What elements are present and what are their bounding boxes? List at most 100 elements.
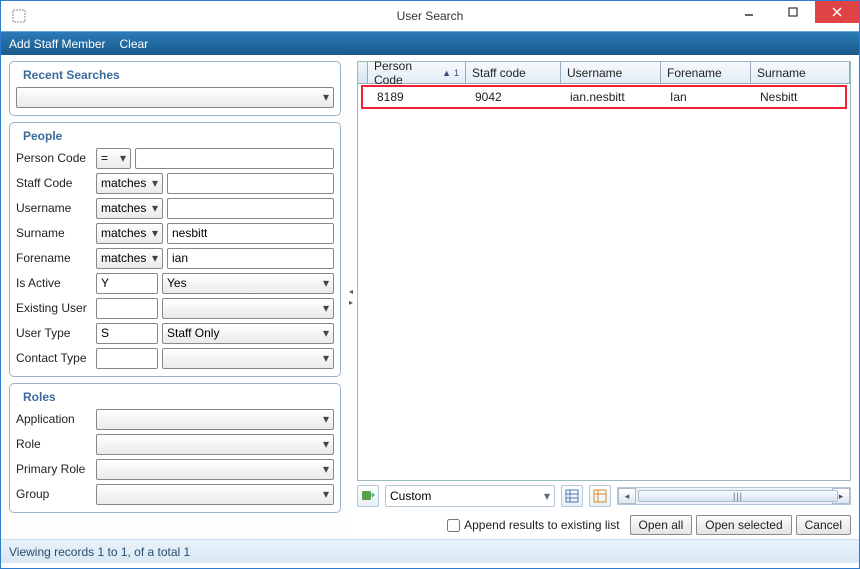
group-dropdown[interactable] <box>96 484 334 505</box>
chevron-down-icon <box>152 226 158 240</box>
user-type-code[interactable]: S <box>96 323 158 344</box>
user-type-dropdown[interactable]: Staff Only <box>162 323 334 344</box>
chevron-down-icon <box>120 151 126 165</box>
chevron-down-icon <box>323 90 329 104</box>
role-label: Role <box>16 437 96 451</box>
forename-input[interactable]: ian <box>167 248 334 269</box>
roles-legend: Roles <box>20 390 59 404</box>
app-icon <box>7 4 31 28</box>
surname-input[interactable]: nesbitt <box>167 223 334 244</box>
group-label: Group <box>16 487 96 501</box>
existing-user-dropdown[interactable] <box>162 298 334 319</box>
row-selector-header[interactable] <box>358 62 368 83</box>
application-label: Application <box>16 412 96 426</box>
chevron-left-icon: ◂ <box>349 287 353 296</box>
existing-user-label: Existing User <box>16 301 96 315</box>
titlebar: User Search <box>1 1 859 31</box>
username-label: Username <box>16 201 96 215</box>
sort-asc-icon: ▲ <box>442 68 451 78</box>
grid-header: Person Code ▲1 Staff code Username Foren… <box>358 62 850 84</box>
scroll-left-icon[interactable]: ◂ <box>618 488 636 504</box>
contact-type-label: Contact Type <box>16 351 96 365</box>
chevron-down-icon <box>323 301 329 315</box>
username-input[interactable] <box>167 198 334 219</box>
existing-user-code[interactable] <box>96 298 158 319</box>
clear-button[interactable]: Clear <box>120 37 149 51</box>
contact-type-code[interactable] <box>96 348 158 369</box>
column-username[interactable]: Username <box>561 62 661 83</box>
chevron-down-icon <box>152 201 158 215</box>
cancel-button[interactable]: Cancel <box>796 515 851 535</box>
username-operator[interactable]: matches <box>96 198 163 219</box>
role-dropdown[interactable] <box>96 434 334 455</box>
person-code-input[interactable] <box>135 148 334 169</box>
scroll-thumb[interactable]: ||| <box>638 490 838 502</box>
chevron-right-icon: ▸ <box>349 298 353 307</box>
maximize-button[interactable] <box>771 1 815 23</box>
column-staff-code[interactable]: Staff code <box>466 62 561 83</box>
grid-toolbar: Custom ◂ ||| ▸ <box>357 481 851 511</box>
export-icon[interactable] <box>357 485 379 507</box>
results-grid: Person Code ▲1 Staff code Username Foren… <box>357 61 851 481</box>
forename-operator[interactable]: matches <box>96 248 163 269</box>
chevron-down-icon <box>323 351 329 365</box>
user-type-label: User Type <box>16 326 96 340</box>
primary-role-dropdown[interactable] <box>96 459 334 480</box>
column-surname[interactable]: Surname <box>751 62 850 83</box>
chevron-down-icon <box>323 412 329 426</box>
append-results-checkbox[interactable]: Append results to existing list <box>447 518 619 532</box>
cell-forename: Ian <box>664 87 754 107</box>
cell-username: ian.nesbitt <box>564 87 664 107</box>
status-bar: Viewing records 1 to 1, of a total 1 <box>1 539 859 563</box>
table-row[interactable]: 8189 9042 ian.nesbitt Ian Nesbitt <box>361 85 847 109</box>
person-code-operator[interactable]: = <box>96 148 131 169</box>
is-active-code[interactable]: Y <box>96 273 158 294</box>
roles-panel: Roles Application Role Primary Role Grou… <box>9 383 341 513</box>
close-button[interactable] <box>815 1 859 23</box>
minimize-button[interactable] <box>727 1 771 23</box>
filter-panel: Recent Searches People Person Code = Sta… <box>1 55 345 539</box>
staff-code-input[interactable] <box>167 173 334 194</box>
people-panel: People Person Code = Staff Code matches … <box>9 122 341 377</box>
surname-label: Surname <box>16 226 96 240</box>
chevron-down-icon <box>323 462 329 476</box>
surname-operator[interactable]: matches <box>96 223 163 244</box>
chevron-down-icon <box>323 437 329 451</box>
view-mode-dropdown[interactable]: Custom <box>385 485 555 507</box>
cell-surname: Nesbitt <box>754 87 845 107</box>
chevron-down-icon <box>152 251 158 265</box>
staff-code-label: Staff Code <box>16 176 96 190</box>
cell-staff-code: 9042 <box>469 87 564 107</box>
recent-searches-legend: Recent Searches <box>20 68 123 82</box>
footer-actions: Append results to existing list Open all… <box>357 511 851 539</box>
chevron-down-icon <box>544 489 550 503</box>
results-panel: Person Code ▲1 Staff code Username Foren… <box>357 55 859 539</box>
column-person-code[interactable]: Person Code ▲1 <box>368 62 466 83</box>
splitter-handle[interactable]: ◂ ▸ <box>345 55 357 539</box>
recent-searches-panel: Recent Searches <box>9 61 341 116</box>
horizontal-scrollbar[interactable]: ◂ ||| ▸ <box>617 487 851 505</box>
open-all-button[interactable]: Open all <box>630 515 693 535</box>
chevron-down-icon <box>323 487 329 501</box>
chevron-down-icon <box>323 276 329 290</box>
primary-role-label: Primary Role <box>16 462 96 476</box>
chevron-down-icon <box>152 176 158 190</box>
status-text: Viewing records 1 to 1, of a total 1 <box>9 545 190 559</box>
cell-person-code: 8189 <box>371 87 469 107</box>
person-code-label: Person Code <box>16 151 96 165</box>
contact-type-dropdown[interactable] <box>162 348 334 369</box>
open-selected-button[interactable]: Open selected <box>696 515 791 535</box>
chevron-down-icon <box>323 326 329 340</box>
add-staff-member-button[interactable]: Add Staff Member <box>9 37 106 51</box>
forename-label: Forename <box>16 251 96 265</box>
is-active-label: Is Active <box>16 276 96 290</box>
recent-searches-dropdown[interactable] <box>16 87 334 108</box>
staff-code-operator[interactable]: matches <box>96 173 163 194</box>
grid-view-icon[interactable] <box>561 485 583 507</box>
grid-settings-icon[interactable] <box>589 485 611 507</box>
column-forename[interactable]: Forename <box>661 62 751 83</box>
application-dropdown[interactable] <box>96 409 334 430</box>
people-legend: People <box>20 129 65 143</box>
toolbar: Add Staff Member Clear <box>1 31 859 55</box>
is-active-dropdown[interactable]: Yes <box>162 273 334 294</box>
